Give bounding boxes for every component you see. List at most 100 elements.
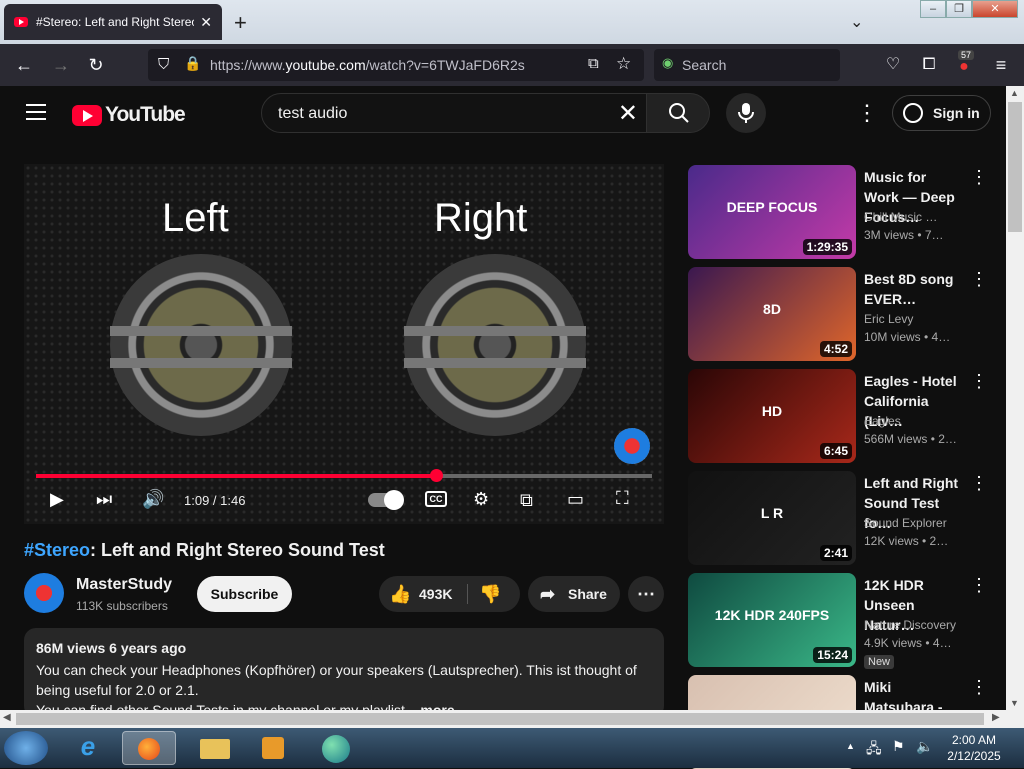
back-icon[interactable]: ←	[13, 54, 35, 76]
recommended-channel[interactable]: Eric Levy	[864, 312, 913, 326]
voice-search-button[interactable]	[726, 93, 766, 133]
subtitles-button[interactable]: CC	[425, 491, 447, 507]
fullscreen-icon[interactable]: ⛶	[616, 488, 629, 509]
search-placeholder: Search	[682, 57, 727, 73]
description-line: You can check your Headphones (Kopfhörer…	[36, 662, 637, 678]
like-icon[interactable]: 👍	[389, 576, 411, 612]
scroll-down-icon[interactable]: ▼	[1010, 698, 1019, 708]
horizontal-scrollbar[interactable]: ◀ ▶	[0, 710, 1006, 728]
more-actions-button[interactable]: ⋯	[628, 576, 664, 612]
recommended-video[interactable]: L R 2:41 Left and Right Sound Test fo… Soun…	[688, 471, 988, 565]
youtube-logo[interactable]: YouTube	[72, 103, 186, 127]
network-icon[interactable]: 🖧	[866, 738, 882, 762]
play-icon[interactable]: ▶	[50, 489, 64, 510]
guide-menu-icon[interactable]	[26, 104, 46, 125]
video-thumbnail[interactable]: 12K HDR 240FPS 15:24	[688, 573, 856, 667]
like-count[interactable]: 493K	[419, 576, 452, 612]
youtube-search-input[interactable]: test audio ✕	[261, 93, 647, 133]
channel-watermark[interactable]	[614, 428, 650, 464]
autoplay-toggle[interactable]	[368, 490, 404, 510]
action-menu-kebab-icon[interactable]: ⋮	[970, 371, 988, 392]
settings-kebab-icon[interactable]: ⋮	[856, 100, 878, 126]
channel-name[interactable]: MasterStudy	[76, 576, 172, 594]
maximize-window-button[interactable]: ❐	[946, 0, 972, 18]
pocket-icon[interactable]: ♡	[882, 54, 904, 76]
translate-icon[interactable]: ⧉	[588, 55, 599, 72]
firefox-taskbar-button[interactable]	[122, 731, 176, 765]
scroll-right-icon[interactable]: ▶	[992, 712, 1000, 723]
description-box[interactable]: 86M views 6 years ago You can check your…	[24, 628, 664, 718]
recommended-video[interactable]: 12K HDR 240FPS 15:24 12K HDR Unseen Natur……	[688, 573, 988, 669]
list-all-tabs-icon[interactable]: ⌄	[850, 12, 863, 32]
video-player[interactable]: Left Right ▶ ⏭ 🔊 1:09 / 1:46 CC ⚙ ⧉ ▭ ⛶	[24, 164, 664, 524]
show-hidden-icons-icon[interactable]: ▲	[846, 741, 855, 751]
scroll-left-icon[interactable]: ◀	[3, 712, 11, 723]
volume-tray-icon[interactable]: 🔈	[916, 738, 933, 755]
new-tab-icon[interactable]: +	[234, 10, 247, 36]
thumbnail-overlay-text: 8D	[763, 301, 781, 317]
recommended-channel[interactable]: Chill Music …	[864, 210, 937, 224]
recommended-views: 12K views • 2…	[864, 534, 949, 548]
video-thumbnail[interactable]: HD 6:45	[688, 369, 856, 463]
next-icon[interactable]: ⏭	[96, 489, 112, 510]
miniplayer-icon[interactable]: ⧉	[520, 490, 533, 511]
lock-icon[interactable]: 🔒	[184, 55, 201, 72]
browser-search-box[interactable]: ◉ Search	[654, 49, 840, 81]
action-menu-kebab-icon[interactable]: ⋮	[970, 575, 988, 596]
recommended-title[interactable]: Best 8D song EVER…	[864, 269, 964, 309]
url-text[interactable]: https://www.youtube.com/watch?v=6TWJaFD6…	[210, 57, 525, 73]
theater-mode-icon[interactable]: ▭	[567, 489, 584, 510]
dislike-icon[interactable]: 👎	[479, 576, 501, 612]
recommended-channel[interactable]: Nature Discovery	[864, 618, 956, 632]
scrubber-handle[interactable]	[430, 469, 444, 482]
volume-icon[interactable]: 🔊	[142, 489, 164, 510]
action-center-flag-icon[interactable]: ⚑	[892, 738, 905, 755]
account-icon	[903, 103, 923, 123]
action-menu-kebab-icon[interactable]: ⋮	[970, 677, 988, 698]
browser-tab-active[interactable]: #Stereo: Left and Right Stereo S ✕	[4, 4, 222, 40]
scroll-up-icon[interactable]: ▲	[1010, 88, 1019, 98]
reload-icon[interactable]: ↻	[85, 54, 107, 76]
action-menu-kebab-icon[interactable]: ⋮	[970, 473, 988, 494]
search-query[interactable]: test audio	[278, 105, 347, 123]
recommended-video[interactable]: HD 6:45 Eagles - Hotel California (Liv… Eag…	[688, 369, 988, 463]
sign-in-button[interactable]: Sign in	[892, 95, 991, 131]
clear-search-icon[interactable]: ✕	[618, 99, 638, 128]
recommended-video[interactable]: DEEP FOCUS 1:29:35 Music for Work — Deep F…	[688, 165, 988, 259]
vertical-scrollbar[interactable]: ▲ ▼	[1006, 86, 1024, 713]
horizontal-scroll-thumb[interactable]	[16, 713, 984, 725]
file-explorer-icon[interactable]	[194, 731, 238, 765]
taskbar-clock[interactable]: 2:00 AM 2/12/2025	[944, 732, 1004, 764]
extensions-icon[interactable]: ⧠	[918, 54, 940, 76]
action-menu-kebab-icon[interactable]: ⋮	[970, 269, 988, 290]
youtube-play-logo-icon	[72, 104, 102, 126]
settings-gear-icon[interactable]: ⚙	[473, 489, 489, 510]
title-hashtag-link[interactable]: #Stereo	[24, 540, 90, 560]
video-thumbnail[interactable]: DEEP FOCUS 1:29:35	[688, 165, 856, 259]
tab-close-icon[interactable]: ✕	[200, 14, 212, 31]
action-menu-kebab-icon[interactable]: ⋮	[970, 167, 988, 188]
bookmark-star-icon[interactable]: ☆	[616, 54, 631, 74]
recommended-channel[interactable]: Eagles	[864, 414, 901, 428]
internet-explorer-icon[interactable]: e	[66, 731, 110, 765]
share-button[interactable]: ➦ Share	[528, 576, 620, 612]
recommended-video[interactable]: 8D 4:52 Best 8D song EVER… Eric Levy 10M vie…	[688, 267, 988, 361]
channel-avatar[interactable]	[24, 573, 64, 613]
recommended-channel[interactable]: Sound Explorer	[864, 516, 947, 530]
media-player-icon[interactable]	[250, 731, 294, 765]
tracking-protection-icon[interactable]: ⛉	[158, 56, 169, 73]
subscribe-button[interactable]: Subscribe	[197, 576, 292, 612]
address-bar[interactable]: ⛉ 🔒 https://www.youtube.com/watch?v=6TWJ…	[148, 49, 644, 81]
edge-icon[interactable]	[314, 731, 358, 765]
app-menu-icon[interactable]: ≡	[990, 54, 1012, 76]
forward-icon[interactable]: →	[50, 54, 72, 76]
vertical-scroll-thumb[interactable]	[1008, 102, 1022, 232]
video-thumbnail[interactable]: 8D 4:52	[688, 267, 856, 361]
minimize-window-button[interactable]: –	[920, 0, 946, 18]
start-button-icon[interactable]	[4, 731, 48, 765]
close-window-button[interactable]: ✕	[972, 0, 1018, 18]
recommended-video[interactable]: Miki Matsubara - Stay With M…⋮	[688, 675, 988, 769]
progress-bar[interactable]	[36, 469, 652, 482]
youtube-search-button[interactable]	[646, 93, 710, 133]
video-thumbnail[interactable]: L R 2:41	[688, 471, 856, 565]
